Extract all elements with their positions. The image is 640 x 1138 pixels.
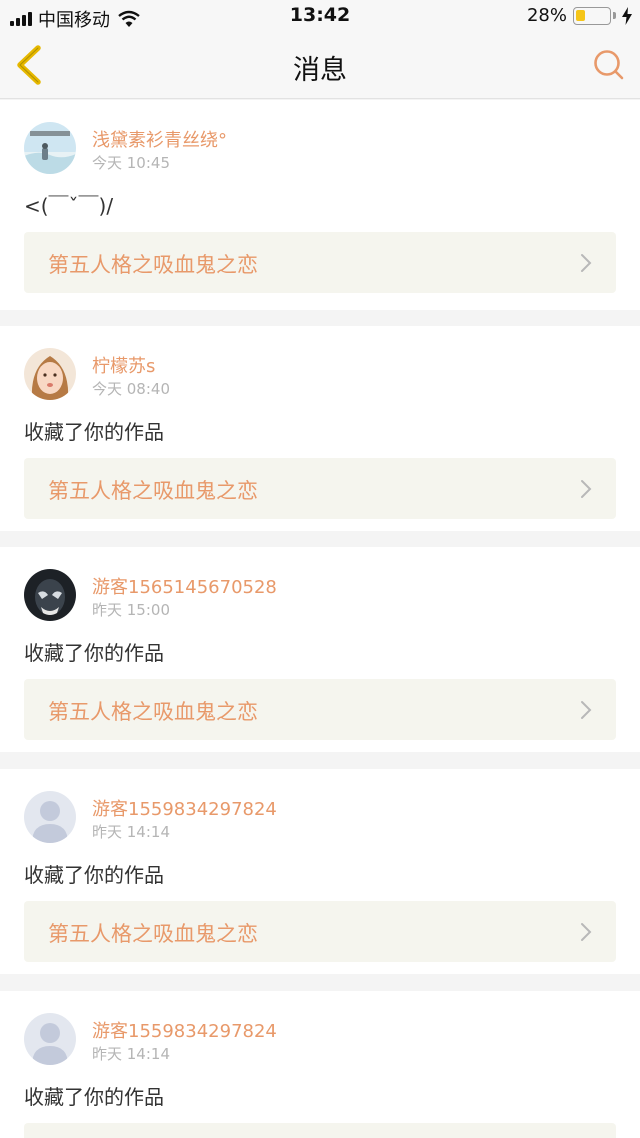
- avatar-placeholder[interactable]: [24, 1013, 76, 1065]
- username[interactable]: 游客1559834297824: [92, 795, 277, 821]
- username[interactable]: 柠檬苏s: [92, 352, 155, 378]
- message-card: 游客1565145670528 昨天 15:00 收藏了你的作品 第五人格之吸血…: [0, 547, 640, 752]
- avatar-placeholder[interactable]: [24, 791, 76, 843]
- avatar-image: [24, 122, 76, 174]
- battery-level-fill: [576, 9, 585, 21]
- page-title: 消息: [293, 55, 347, 86]
- work-title: 第五人格之吸血鬼之恋: [48, 700, 258, 724]
- message-text: 收藏了你的作品: [24, 641, 164, 665]
- chevron-right-icon: [581, 923, 592, 941]
- message-text: 收藏了你的作品: [24, 420, 164, 444]
- avatar[interactable]: [24, 122, 76, 174]
- message-card: 浅黛素衫青丝绕° 今天 10:45 <(￣ˇ￣)/ 第五人格之吸血鬼之恋: [0, 100, 640, 310]
- work-link[interactable]: [24, 1123, 616, 1138]
- timestamp: 今天 10:45: [92, 154, 170, 172]
- timestamp: 昨天 14:14: [92, 823, 170, 841]
- message-text: 收藏了你的作品: [24, 1085, 164, 1109]
- username[interactable]: 游客1565145670528: [92, 573, 277, 599]
- username[interactable]: 浅黛素衫青丝绕°: [92, 126, 227, 152]
- avatar[interactable]: [24, 348, 76, 400]
- nav-bar: 消息: [0, 32, 640, 99]
- chevron-right-icon: [581, 701, 592, 719]
- timestamp: 昨天 15:00: [92, 601, 170, 619]
- avatar-image: [24, 348, 76, 400]
- work-title: 第五人格之吸血鬼之恋: [48, 253, 258, 277]
- battery-cap: [613, 12, 616, 19]
- message-card: 柠檬苏s 今天 08:40 收藏了你的作品 第五人格之吸血鬼之恋: [0, 326, 640, 531]
- timestamp: 昨天 14:14: [92, 1045, 170, 1063]
- avatar-image: [24, 569, 76, 621]
- avatar[interactable]: [24, 569, 76, 621]
- status-bar: 中国移动 13:42 28%: [0, 0, 640, 32]
- default-avatar-icon: [24, 1013, 76, 1065]
- work-link[interactable]: 第五人格之吸血鬼之恋: [24, 232, 616, 293]
- chevron-right-icon: [581, 480, 592, 498]
- message-card: 游客1559834297824 昨天 14:14 收藏了你的作品 第五人格之吸血…: [0, 769, 640, 974]
- work-link[interactable]: 第五人格之吸血鬼之恋: [24, 901, 616, 962]
- message-text: 收藏了你的作品: [24, 863, 164, 887]
- battery-icon: [573, 6, 611, 25]
- search-icon[interactable]: [592, 48, 626, 82]
- work-title: 第五人格之吸血鬼之恋: [48, 479, 258, 503]
- message-text: <(￣ˇ￣)/: [24, 194, 114, 218]
- work-link[interactable]: 第五人格之吸血鬼之恋: [24, 458, 616, 519]
- default-avatar-icon: [24, 791, 76, 843]
- work-link[interactable]: 第五人格之吸血鬼之恋: [24, 679, 616, 740]
- charging-bolt-icon: [622, 6, 632, 25]
- chevron-right-icon: [581, 254, 592, 272]
- work-title: 第五人格之吸血鬼之恋: [48, 922, 258, 946]
- username[interactable]: 游客1559834297824: [92, 1017, 277, 1043]
- battery-percentage: 28%: [526, 5, 567, 26]
- message-card: 游客1559834297824 昨天 14:14 收藏了你的作品: [0, 991, 640, 1138]
- timestamp: 今天 08:40: [92, 380, 170, 398]
